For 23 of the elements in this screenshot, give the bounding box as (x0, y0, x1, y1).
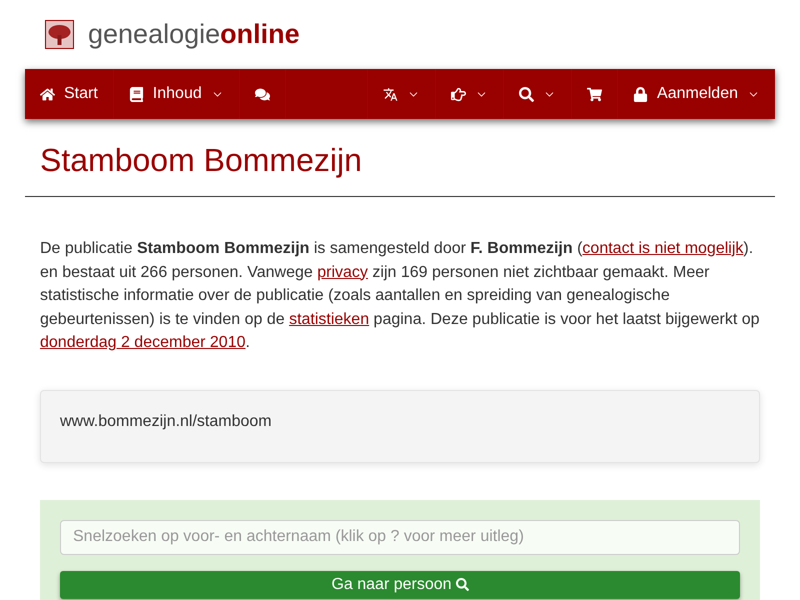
pointing-hand-icon (451, 86, 466, 102)
search-field[interactable]: Snelzoeken op voor- en achternaam (klik op ? voor meer uitleg) (60, 520, 740, 554)
text-link[interactable]: statistieken (289, 310, 370, 328)
lock-icon (633, 86, 648, 102)
site-logo-text[interactable]: genealogieonline (88, 20, 300, 49)
nav-item[interactable]: Inhoud (114, 69, 240, 119)
go-to-person-button[interactable]: Ga naar persoon (60, 570, 740, 598)
text-link[interactable]: donderdag 2 december 2010 (40, 334, 246, 351)
intro-paragraph: De publicatie Stamboom Bommezijn is samengesteld door F. Bommezijn (contact is niet mogelijk). en bestaat uit 266 personen. Vanwege privacy zijn 169 personen niet zichtbaar gemaakt. Meer statistische informatie over de publicatie (zoals aantallen en spreiding van genealogische gebeurtenissen) is te vinden op de statistieken pagina. Deze publicatie is voor het laatst bijgewerkt op donderdag 2 december 2010. (40, 239, 760, 353)
source-url-text: www.bommezijn.nl/stamboom (60, 412, 272, 430)
nav-item[interactable]: Start (25, 69, 114, 119)
translate-icon (383, 86, 398, 102)
nav-item[interactable]: Aanmelden (617, 69, 775, 119)
book-icon (128, 86, 144, 102)
tree-logo-icon (45, 20, 74, 49)
cart-icon (587, 86, 602, 102)
chat-bubbles-icon (254, 86, 270, 102)
text-link[interactable]: privacy (317, 264, 368, 280)
search-icon (456, 578, 469, 591)
search-icon (519, 86, 534, 102)
page-title: Stamboom Bommezijn (40, 142, 363, 178)
home-icon (40, 86, 55, 102)
text-link[interactable]: contact is niet mogelijk (582, 240, 744, 257)
